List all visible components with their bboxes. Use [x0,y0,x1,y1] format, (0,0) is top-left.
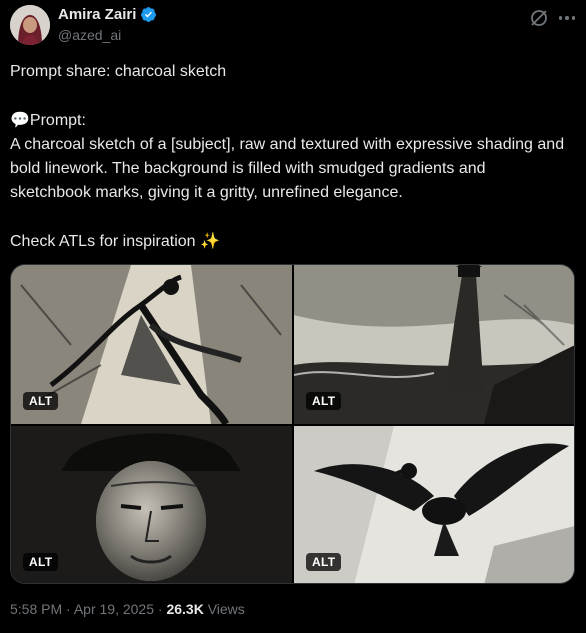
profile-photo-icon [10,5,50,45]
tweet-text: Prompt share: charcoal sketch 💬Prompt: A… [10,60,570,254]
alt-badge[interactable]: ALT [306,392,342,410]
prompt-text: A charcoal sketch of a [subject], raw an… [10,136,565,201]
tweet-time[interactable]: 5:58 PM [10,601,62,617]
speech-bubble-emoji: 💬 [10,110,30,129]
tweet-date[interactable]: Apr 19, 2025 [74,601,154,617]
verified-badge-icon [141,7,157,22]
avatar[interactable] [10,5,50,45]
closing-line: Check ATLs for inspiration ✨ [10,231,220,250]
meta-separator: · [157,601,163,617]
meta-separator: · [66,601,71,617]
media-raven-image[interactable]: ALT [294,426,574,583]
alt-badge[interactable]: ALT [306,553,342,571]
author-row: Amira Zairi [58,6,157,23]
views-count: 26.3K [166,601,204,617]
author-handle[interactable]: @azed_ai [58,27,121,43]
views-label: Views [207,601,245,617]
media-old-man-image[interactable]: ALT [11,426,292,583]
more-options-icon[interactable] [556,8,578,28]
tweet: Amira Zairi @azed_ai Prompt share: charc… [0,0,586,633]
media-grid: ALT ALT ALT ALT [10,264,575,584]
prompt-heading: 💬Prompt: [10,110,86,129]
sparkles-emoji: ✨ [200,231,220,250]
grok-icon[interactable] [529,8,549,28]
alt-badge[interactable]: ALT [23,392,59,410]
author-name[interactable]: Amira Zairi [58,6,136,23]
media-lighthouse-image[interactable]: ALT [294,265,574,424]
tweet-line-1: Prompt share: charcoal sketch [10,63,227,80]
alt-badge[interactable]: ALT [23,553,59,571]
tweet-meta: 5:58 PM · Apr 19, 2025 · 26.3K Views [10,601,245,617]
media-dancer-image[interactable]: ALT [11,265,292,424]
